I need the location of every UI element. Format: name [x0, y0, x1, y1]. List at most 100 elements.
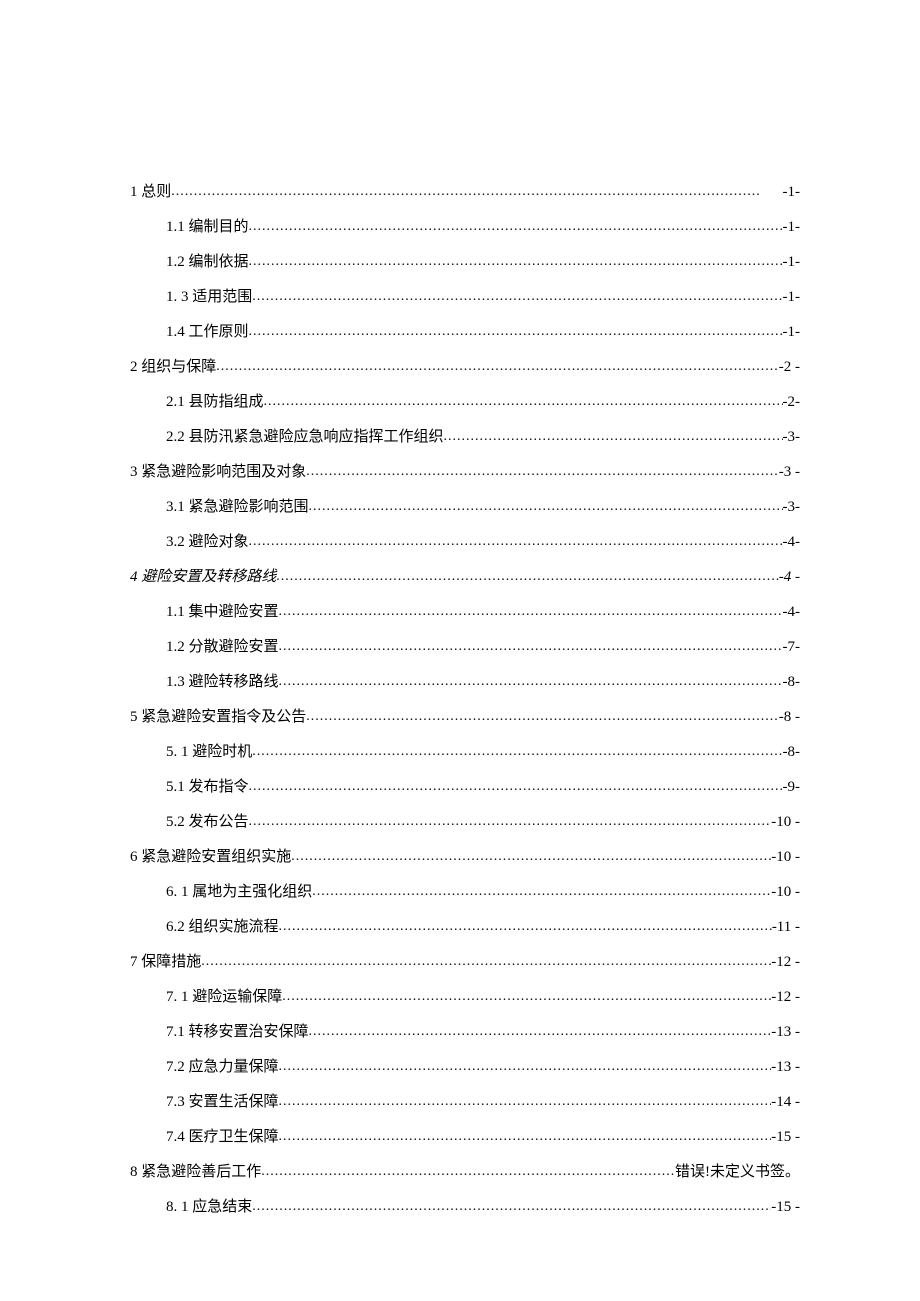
toc-leader-dots [309, 1024, 772, 1040]
toc-entry-label: 5.2 发布公告 [166, 810, 249, 831]
toc-entry-page: -3- [783, 429, 801, 446]
toc-entry-page: -12 - [771, 954, 800, 971]
toc-entry: 3.2 避险对象 -4- [130, 530, 800, 551]
toc-leader-dots [312, 884, 771, 900]
toc-entry-label: 2 组织与保障 [130, 355, 216, 376]
toc-entry: 1.2 编制依据-1- [130, 250, 800, 271]
toc-entry-page: -14 - [771, 1094, 800, 1111]
toc-entry-page: -13 - [771, 1059, 800, 1076]
toc-entry-page: -1- [783, 324, 801, 341]
toc-entry-label: 1.3 避险转移路线 [166, 670, 279, 691]
toc-entry: 2.2 县防汛紧急避险应急响应指挥工作组织 -3- [130, 425, 800, 446]
toc-entry: 6.2 组织实施流程-11 - [130, 915, 800, 936]
toc-leader-dots [249, 534, 783, 550]
toc-leader-dots [306, 464, 778, 480]
toc-entry-page: -4 - [779, 569, 800, 586]
toc-entry: 4 避险安置及转移路线 -4 - [130, 565, 800, 586]
toc-entry-label: 7.4 医疗卫生保障 [166, 1125, 279, 1146]
toc-leader-dots [276, 569, 778, 585]
toc-entry-page: -9- [783, 779, 801, 796]
toc-entry-page: -1- [783, 219, 801, 236]
toc-leader-dots [264, 394, 783, 410]
toc-entry-label: 7 保障措施 [130, 950, 201, 971]
toc-entry: 8 紧急避险善后工作 错误!未定义书签。 [130, 1160, 800, 1181]
toc-entry: 7. 1 避险运输保障 -12 - [130, 985, 800, 1006]
toc-leader-dots [279, 639, 783, 655]
toc-entry-page: -15 - [771, 1199, 800, 1216]
toc-leader-dots [249, 219, 783, 235]
toc-entry-page: -3 - [779, 464, 800, 481]
toc-entry-page: -7- [783, 639, 801, 656]
toc-entry-page: -13 - [771, 1024, 800, 1041]
toc-leader-dots [252, 1199, 771, 1215]
toc-leader-dots [291, 849, 771, 865]
toc-entry-label: 2.1 县防指组成 [166, 390, 264, 411]
toc-entry: 1. 3 适用范围 -1- [130, 285, 800, 306]
toc-leader-dots [249, 254, 783, 270]
toc-leader-dots [282, 989, 771, 1005]
toc-entry-label: 6.2 组织实施流程 [166, 915, 279, 936]
toc-entry-page: 错误!未定义书签。 [675, 1160, 800, 1181]
toc-entry-page: -2- [783, 394, 801, 411]
toc-entry-label: 1.1 集中避险安置 [166, 600, 279, 621]
toc-leader-dots [252, 289, 782, 305]
toc-leader-dots [279, 1129, 772, 1145]
toc-entry-page: -10 - [771, 884, 800, 901]
toc-entry-label: 7.2 应急力量保障 [166, 1055, 279, 1076]
toc-entry: 7.3 安置生活保障 -14 - [130, 1090, 800, 1111]
toc-entry: 7.2 应急力量保障 -13 - [130, 1055, 800, 1076]
toc-entry: 5. 1 避险时机-8- [130, 740, 800, 761]
toc-entry: 2 组织与保障 -2 - [130, 355, 800, 376]
toc-leader-dots [279, 604, 783, 620]
toc-entry-page: -4- [783, 604, 801, 621]
toc-entry-label: 3.2 避险对象 [166, 530, 249, 551]
toc-entry-page: -8- [783, 674, 801, 691]
toc-leader-dots [171, 184, 782, 200]
toc-entry-label: 4 避险安置及转移路线 [130, 565, 276, 586]
toc-entry-label: 5. 1 避险时机 [166, 740, 252, 761]
toc-entry-label: 7.3 安置生活保障 [166, 1090, 279, 1111]
toc-entry-page: -4- [783, 534, 801, 551]
toc-entry: 1 总则-1- [130, 180, 800, 201]
toc-entry-label: 8 紧急避险善后工作 [130, 1160, 261, 1181]
toc-entry-label: 1.2 编制依据 [166, 250, 249, 271]
toc-leader-dots [252, 744, 782, 760]
toc-leader-dots [216, 359, 778, 375]
toc-entry: 5 紧急避险安置指令及公告-8 - [130, 705, 800, 726]
toc-entry-label: 8. 1 应急结束 [166, 1195, 252, 1216]
toc-entry: 7 保障措施 -12 - [130, 950, 800, 971]
toc-leader-dots [201, 954, 771, 970]
toc-entry-page: -10 - [771, 814, 800, 831]
toc-entry-label: 6 紧急避险安置组织实施 [130, 845, 291, 866]
toc-leader-dots [444, 429, 783, 445]
toc-entry: 7.1 转移安置治安保障 -13 - [130, 1020, 800, 1041]
toc-entry: 1.3 避险转移路线 -8- [130, 670, 800, 691]
toc-entry-label: 2.2 县防汛紧急避险应急响应指挥工作组织 [166, 425, 444, 446]
toc-leader-dots [279, 919, 772, 935]
toc-entry-label: 1.4 工作原则 [166, 320, 249, 341]
toc-entry-label: 3 紧急避险影响范围及对象 [130, 460, 306, 481]
toc-entry: 1.1 集中避险安置 -4- [130, 600, 800, 621]
toc-entry-label: 5.1 发布指令 [166, 775, 249, 796]
toc-entry-label: 7.1 转移安置治安保障 [166, 1020, 309, 1041]
toc-leader-dots [261, 1164, 675, 1180]
toc-entry-label: 3.1 紧急避险影响范围 [166, 495, 309, 516]
toc-entry-label: 1 总则 [130, 180, 171, 201]
toc-entry-label: 1.2 分散避险安置 [166, 635, 279, 656]
toc-entry-label: 1.1 编制目的 [166, 215, 249, 236]
toc-entry: 1.2 分散避险安置 -7- [130, 635, 800, 656]
toc-entry-page: -2 - [779, 359, 800, 376]
toc-entry-page: -12 - [771, 989, 800, 1006]
toc-entry-label: 1. 3 适用范围 [166, 285, 252, 306]
toc-leader-dots [279, 1094, 772, 1110]
toc-entry-label: 7. 1 避险运输保障 [166, 985, 282, 1006]
toc-entry: 6 紧急避险安置组织实施-10 - [130, 845, 800, 866]
toc-entry: 8. 1 应急结束 -15 - [130, 1195, 800, 1216]
toc-leader-dots [249, 814, 772, 830]
toc-entry: 1.1 编制目的 -1- [130, 215, 800, 236]
toc-entry: 1.4 工作原则 -1- [130, 320, 800, 341]
toc-entry: 5.2 发布公告 -10 - [130, 810, 800, 831]
toc-entry-page: -1- [783, 289, 801, 306]
toc-entry: 3.1 紧急避险影响范围-3- [130, 495, 800, 516]
toc-leader-dots [306, 709, 778, 725]
